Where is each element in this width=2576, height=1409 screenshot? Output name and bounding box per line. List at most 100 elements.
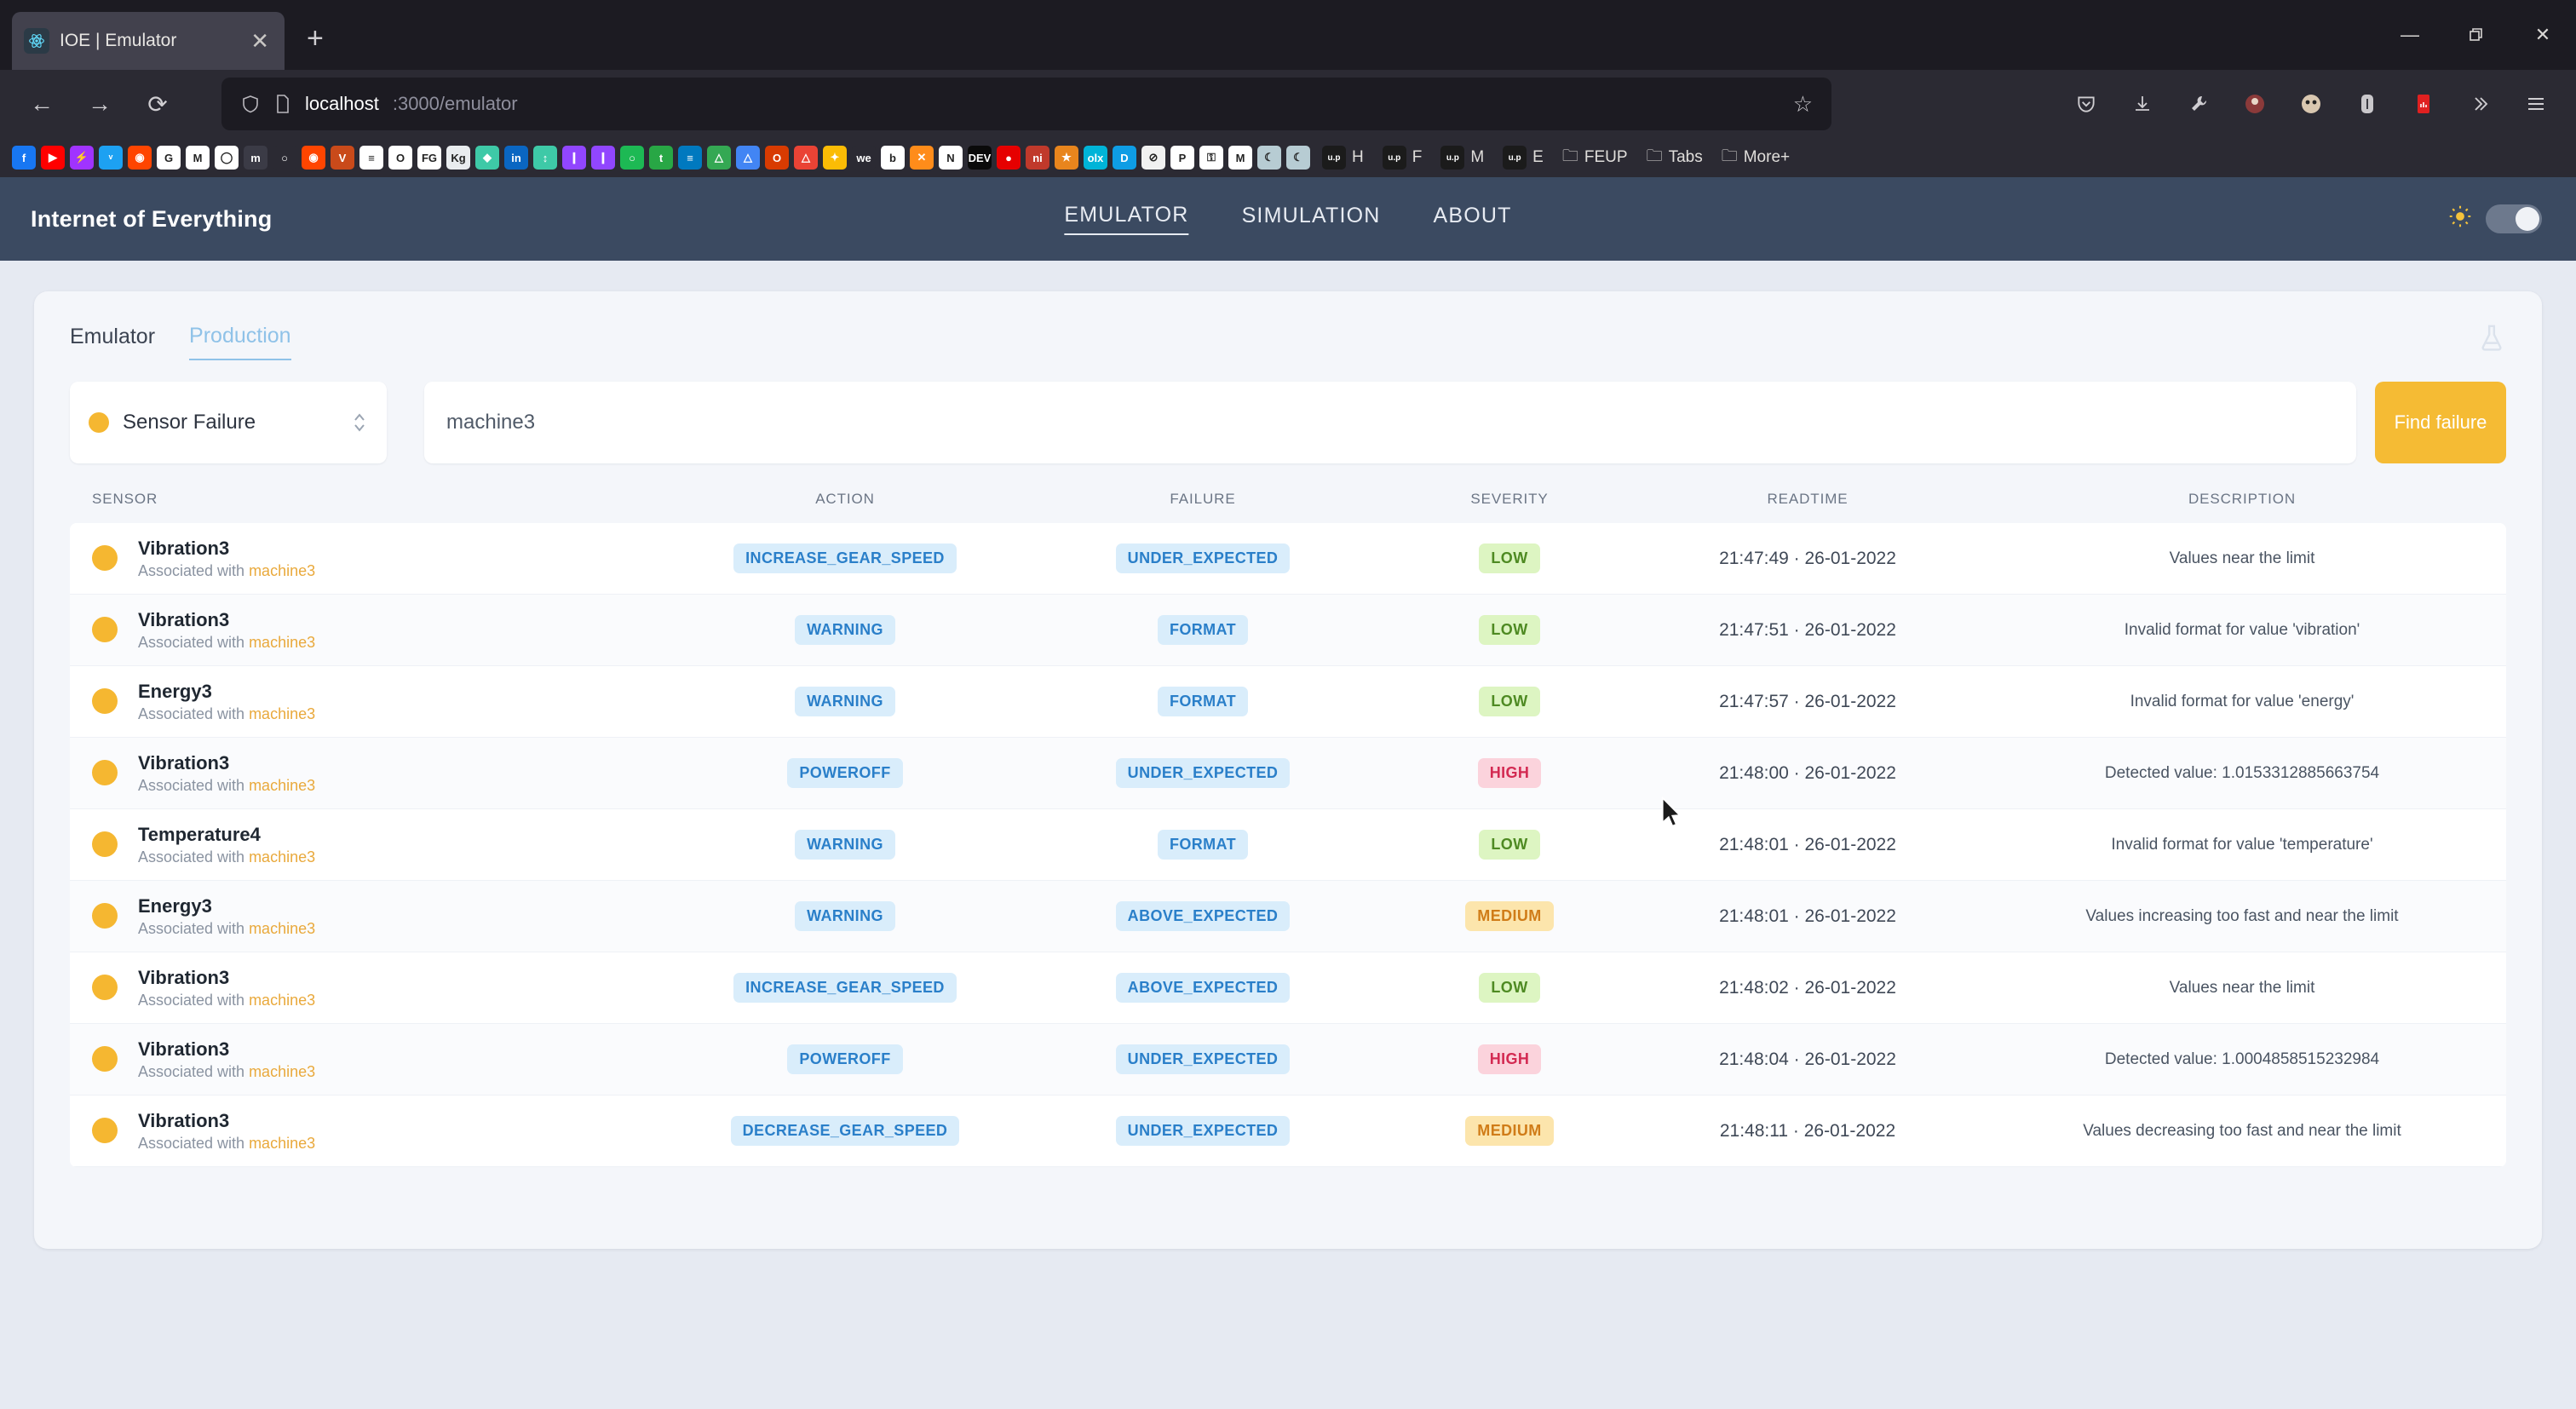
bookmark-facebook-icon[interactable]: f	[12, 146, 36, 170]
bookmark-opera-icon[interactable]: O	[388, 146, 412, 170]
table-body: Vibration3 Associated with machine3 INCREA…	[70, 523, 2506, 1167]
bookmark-google-icon[interactable]: G	[157, 146, 181, 170]
bookmark-folder-feup[interactable]: 🗀 FEUP	[1555, 144, 1635, 171]
bookmark-moodle-icon[interactable]: m	[244, 146, 267, 170]
bookmark-opera-gx-icon[interactable]: ⊘	[1141, 146, 1165, 170]
bookmark-reddit-icon[interactable]: ◉	[128, 146, 152, 170]
bookmark-teams-icon[interactable]: t	[649, 146, 673, 170]
table-row[interactable]: Vibration3 Associated with machine3 WARNIN…	[70, 595, 2506, 666]
table-row[interactable]: Vibration3 Associated with machine3 DECREA…	[70, 1096, 2506, 1167]
sensor-status-dot-icon	[92, 1118, 118, 1144]
extension-avatar-icon[interactable]	[2230, 79, 2280, 129]
bookmark-label-f[interactable]: u.p F	[1376, 146, 1429, 170]
forward-icon[interactable]: →	[73, 78, 126, 130]
maximize-icon[interactable]	[2443, 0, 2510, 70]
bookmark-moon-app-2-icon[interactable]: ☾	[1286, 146, 1310, 170]
table-row[interactable]: Energy3 Associated with machine3 WARNING AB…	[70, 881, 2506, 952]
dark-mode-toggle[interactable]	[2486, 204, 2542, 233]
shield-icon[interactable]	[240, 94, 261, 114]
find-failure-button[interactable]: Find failure	[2375, 382, 2506, 463]
bookmark-moon-app-icon[interactable]: ☾	[1257, 146, 1281, 170]
nav-link-simulation[interactable]: SIMULATION	[1242, 204, 1381, 234]
bookmark-we-transfer-icon[interactable]: we	[852, 146, 876, 170]
bookmark-docs-icon[interactable]: ≡	[359, 146, 383, 170]
overflow-chevrons-icon[interactable]	[2455, 79, 2504, 129]
bookmark-star-icon[interactable]: ☆	[1793, 91, 1813, 118]
bookmark-reddit-2-icon[interactable]: ◉	[302, 146, 325, 170]
bookmark-ni-app-icon[interactable]: ni	[1026, 146, 1049, 170]
app-header: Internet of Everything EMULATOR SIMULATIO…	[0, 177, 2576, 261]
bookmark-drive-2-icon[interactable]: △	[736, 146, 760, 170]
back-icon[interactable]: ←	[15, 78, 68, 130]
bookmark-whatsapp-icon[interactable]: ◯	[215, 146, 239, 170]
new-tab-button[interactable]: +	[307, 24, 324, 53]
table-row[interactable]: Vibration3 Associated with machine3 INCREA…	[70, 952, 2506, 1024]
table-row[interactable]: Vibration3 Associated with machine3 INCREA…	[70, 523, 2506, 595]
nav-link-about[interactable]: ABOUT	[1434, 204, 1512, 234]
flask-icon[interactable]	[2477, 324, 2506, 359]
bookmark-bitwarden-icon[interactable]: ⚿	[1199, 146, 1223, 170]
bookmark-medium-icon[interactable]: M	[1228, 146, 1252, 170]
sensor-name: Energy3	[138, 680, 212, 702]
bookmark-youtube-icon[interactable]: ▶	[41, 146, 65, 170]
table-row[interactable]: Vibration3 Associated with machine3 POWERO…	[70, 738, 2506, 809]
bookmark-folder-tabs[interactable]: 🗀 Tabs	[1640, 144, 1710, 171]
tab-production[interactable]: Production	[189, 324, 291, 360]
account-avatar-icon[interactable]	[2286, 79, 2336, 129]
bookmark-label-e[interactable]: u.p E	[1496, 146, 1550, 170]
bookmark-github-icon[interactable]: ○	[273, 146, 296, 170]
tab-emulator[interactable]: Emulator	[70, 325, 155, 359]
machine-search-input[interactable]: machine3	[424, 382, 2356, 463]
bookmark-spotify-icon[interactable]: ○	[620, 146, 644, 170]
browser-tab-active[interactable]: IOE | Emulator ✕	[12, 12, 285, 70]
page-info-icon[interactable]	[274, 94, 291, 114]
bookmark-notion-icon[interactable]: N	[939, 146, 963, 170]
bookmark-gmail-icon[interactable]: M	[186, 146, 210, 170]
minimize-icon[interactable]: —	[2377, 0, 2443, 70]
pdf-extension-icon[interactable]	[2399, 79, 2448, 129]
close-tab-icon[interactable]: ✕	[247, 30, 273, 52]
bookmark-vodafone-icon[interactable]: ●	[997, 146, 1021, 170]
bookmark-twitch-2-icon[interactable]: ❙	[591, 146, 615, 170]
bookmark-trello-icon[interactable]: ≡	[678, 146, 702, 170]
failure-type-select[interactable]: Sensor Failure	[70, 382, 387, 463]
bookmark-olx-icon[interactable]: olx	[1084, 146, 1107, 170]
pocket-icon[interactable]	[2061, 79, 2111, 129]
bookmark-drive-3-icon[interactable]: △	[794, 146, 818, 170]
bookmark-label-m[interactable]: u.p M	[1434, 146, 1491, 170]
bookmark-x-app-icon[interactable]: ✕	[910, 146, 934, 170]
severity-badge: LOW	[1479, 830, 1540, 860]
table-row[interactable]: Energy3 Associated with machine3 WARNING FO…	[70, 666, 2506, 738]
bookmark-folder-moreplus[interactable]: 🗀 More+	[1715, 144, 1797, 171]
reader-icon[interactable]	[2343, 79, 2392, 129]
address-bar[interactable]: localhost:3000/emulator ☆	[221, 78, 1831, 130]
table-row[interactable]: Vibration3 Associated with machine3 POWERO…	[70, 1024, 2506, 1096]
bookmark-unsplash-icon[interactable]: ↕	[533, 146, 557, 170]
bookmark-sketch-icon[interactable]: ◆	[475, 146, 499, 170]
wrench-icon[interactable]	[2174, 79, 2223, 129]
bookmark-office-icon[interactable]: O	[765, 146, 789, 170]
bookmark-twitch-icon[interactable]: ❙	[562, 146, 586, 170]
bookmark-devto-icon[interactable]: DEV	[968, 146, 992, 170]
bookmark-slides-icon[interactable]: ✦	[823, 146, 847, 170]
bookmark-vim-icon[interactable]: V	[331, 146, 354, 170]
bookmark-kaggle-icon[interactable]: Kg	[446, 146, 470, 170]
bookmark-dashlane-icon[interactable]: D	[1113, 146, 1136, 170]
close-window-icon[interactable]: ✕	[2510, 0, 2576, 70]
bookmark-drive-icon[interactable]: △	[707, 146, 731, 170]
nav-link-emulator[interactable]: EMULATOR	[1064, 203, 1189, 235]
bookmark-label-h[interactable]: u.p H	[1315, 146, 1371, 170]
bookmark-linkedin-icon[interactable]: in	[504, 146, 528, 170]
bookmark-twitter-icon[interactable]: ᵛ	[99, 146, 123, 170]
chevron-updown-icon[interactable]	[351, 410, 368, 435]
bookmark-figma-fg-icon[interactable]: FG	[417, 146, 441, 170]
downloads-icon[interactable]	[2118, 79, 2167, 129]
bookmark-paypal-icon[interactable]: P	[1170, 146, 1194, 170]
bookmark-messenger-icon[interactable]: ⚡	[70, 146, 94, 170]
theme-switcher[interactable]	[2448, 204, 2542, 234]
hamburger-menu-icon[interactable]	[2511, 79, 2561, 129]
bookmark-behance-icon[interactable]: b	[881, 146, 905, 170]
bookmark-orange-app-icon[interactable]: ★	[1055, 146, 1078, 170]
reload-icon[interactable]: ⟳	[131, 78, 184, 130]
table-row[interactable]: Temperature4 Associated with machine3 WARN…	[70, 809, 2506, 881]
